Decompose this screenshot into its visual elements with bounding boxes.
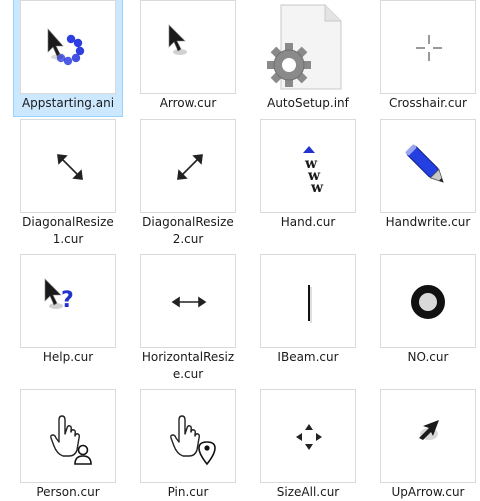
settings-file-icon	[267, 4, 342, 90]
file-item-sizeall[interactable]: SizeAll.cur	[254, 387, 362, 501]
file-item-crosshair[interactable]: Crosshair.cur	[374, 0, 480, 116]
file-item-appstarting[interactable]: Appstarting.ani	[13, 0, 123, 117]
file-item-arrow[interactable]: Arrow.cur	[134, 0, 242, 116]
ibeam-cursor-icon	[308, 285, 312, 323]
file-item-diagonalresize1[interactable]: DiagonalResize 1.cur	[14, 117, 122, 253]
file-name: IBeam.cur	[277, 350, 339, 364]
hand-cursor-icon: w w w	[303, 146, 324, 196]
thumbnail	[20, 0, 116, 94]
file-name: Handwrite.cur	[385, 215, 471, 229]
thumbnail	[380, 0, 476, 94]
size-all-cursor-icon	[296, 424, 322, 450]
thumbnail	[380, 389, 476, 483]
file-name: Appstarting.ani	[21, 96, 115, 110]
appstarting-cursor-icon	[47, 28, 85, 66]
file-name: UpArrow.cur	[391, 485, 465, 499]
arrow-cursor-icon	[168, 24, 187, 55]
thumbnail	[140, 389, 236, 483]
thumbnail: w w w	[260, 119, 356, 213]
file-item-diagonalresize2[interactable]: DiagonalResize 2.cur	[134, 117, 242, 253]
up-arrow-cursor-icon	[419, 420, 439, 440]
thumbnail	[140, 119, 236, 213]
file-name: HorizontalResiz e.cur	[141, 350, 235, 381]
file-item-pin[interactable]: Pin.cur	[134, 387, 242, 501]
thumbnail	[20, 119, 116, 213]
unavailable-cursor-icon	[411, 285, 445, 319]
help-cursor-icon: ?	[44, 278, 74, 313]
file-name: Arrow.cur	[159, 96, 217, 110]
thumbnail	[260, 389, 356, 483]
file-name: SizeAll.cur	[276, 485, 340, 499]
file-name: Pin.cur	[167, 485, 209, 499]
file-item-autosetup[interactable]: AutoSetup.inf	[254, 0, 362, 116]
file-grid: Appstarting.ani Arrow.cur AutoSetup.inf …	[0, 0, 480, 501]
file-name: DiagonalResize 1.cur	[22, 215, 114, 246]
file-item-handwrite[interactable]: Handwrite.cur	[374, 117, 480, 253]
file-name: AutoSetup.inf	[267, 96, 349, 110]
svg-text:w: w	[310, 180, 324, 196]
pin-cursor-icon	[170, 415, 216, 466]
thumbnail	[140, 0, 236, 94]
file-item-hand[interactable]: w w w Hand.cur	[254, 117, 362, 253]
file-item-person[interactable]: Person.cur	[14, 387, 122, 501]
thumbnail	[260, 254, 356, 348]
file-name: Help.cur	[42, 350, 94, 364]
file-item-uparrow[interactable]: UpArrow.cur	[374, 387, 480, 501]
person-cursor-icon	[50, 415, 92, 465]
thumbnail	[20, 389, 116, 483]
file-item-no[interactable]: NO.cur	[374, 252, 480, 388]
file-name: NO.cur	[407, 350, 449, 364]
thumbnail	[380, 254, 476, 348]
thumbnail: ?	[20, 254, 116, 348]
crosshair-cursor-icon	[416, 35, 442, 61]
svg-text:?: ?	[61, 288, 74, 313]
thumbnail	[260, 0, 356, 94]
file-item-help[interactable]: ? Help.cur	[14, 252, 122, 388]
diagonal-resize-2-cursor-icon	[177, 154, 203, 180]
diagonal-resize-1-cursor-icon	[57, 154, 83, 180]
thumbnail	[140, 254, 236, 348]
file-name: DiagonalResize 2.cur	[142, 215, 234, 246]
horizontal-resize-cursor-icon	[171, 296, 207, 308]
file-item-horizontalresize[interactable]: HorizontalResiz e.cur	[134, 252, 242, 388]
file-item-ibeam[interactable]: IBeam.cur	[254, 252, 362, 388]
file-name: Crosshair.cur	[389, 96, 467, 110]
file-name: Hand.cur	[280, 215, 336, 229]
file-name: Person.cur	[36, 485, 100, 499]
pen-cursor-icon	[405, 144, 444, 183]
thumbnail	[380, 119, 476, 213]
